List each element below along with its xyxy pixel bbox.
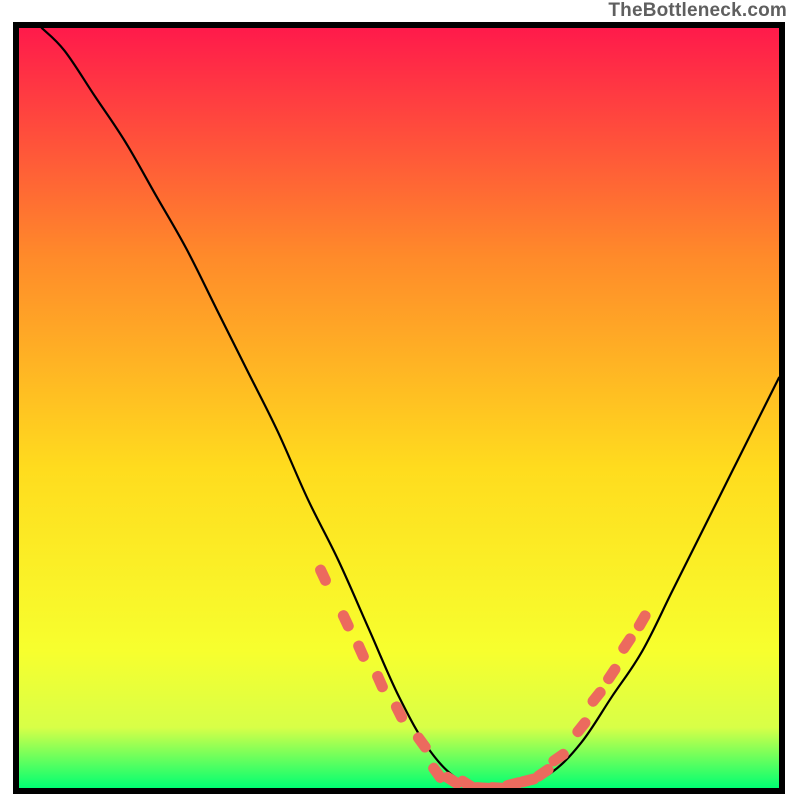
attribution-text: TheBottleneck.com bbox=[608, 0, 787, 22]
gradient-background bbox=[19, 28, 779, 788]
chart-canvas bbox=[19, 28, 779, 788]
